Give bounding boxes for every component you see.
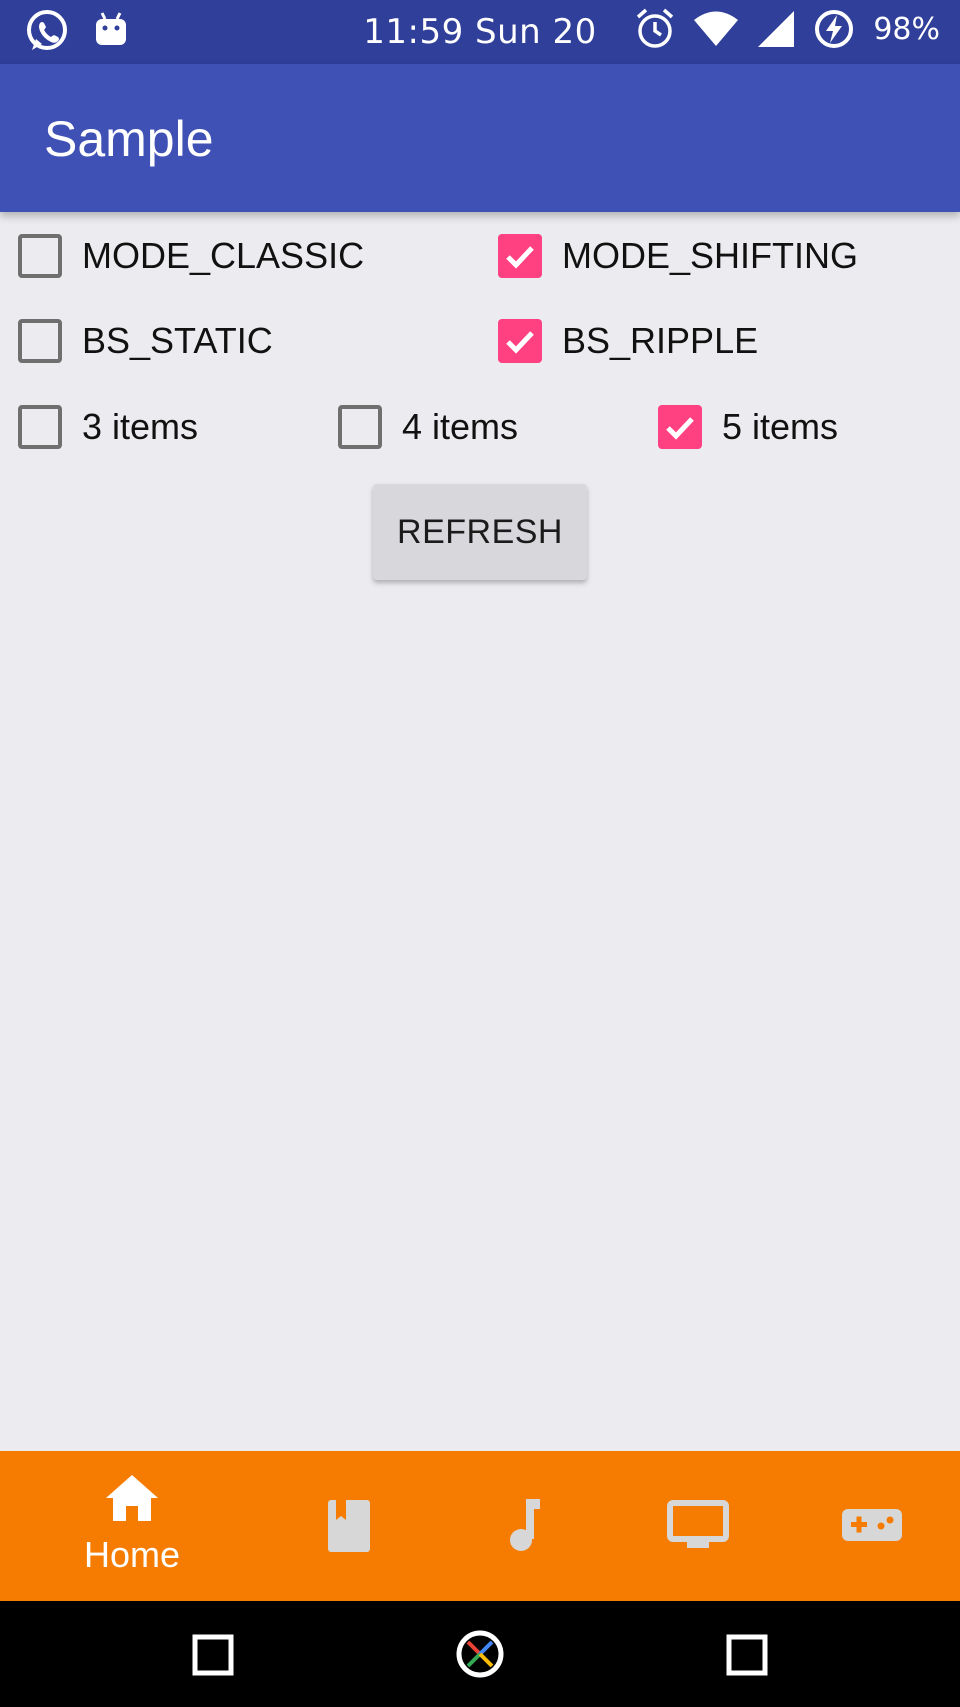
nav-item-book[interactable] bbox=[261, 1451, 437, 1601]
checkbox-label: 5 items bbox=[722, 406, 839, 447]
checkbox-box[interactable] bbox=[498, 234, 542, 278]
home-circle-icon[interactable] bbox=[455, 1629, 505, 1679]
wifi-icon bbox=[694, 11, 739, 46]
nav-item-music[interactable] bbox=[436, 1451, 612, 1601]
status-bar-right: 98% bbox=[635, 8, 940, 50]
checkbox-label: 3 items bbox=[82, 406, 199, 447]
page-title: Sample bbox=[44, 111, 214, 167]
refresh-button[interactable]: REFRESH bbox=[373, 484, 587, 580]
mode-shifting-checkbox[interactable]: MODE_SHIFTING bbox=[498, 234, 858, 278]
nav-item-games[interactable] bbox=[784, 1451, 960, 1601]
checkmark-icon bbox=[506, 331, 534, 354]
battery-charging-icon bbox=[815, 10, 854, 48]
bs-static-checkbox[interactable]: BS_STATIC bbox=[18, 319, 273, 363]
app-bar: Sample bbox=[0, 64, 960, 212]
status-bar: 11:59 Sun 20 98% bbox=[0, 0, 960, 64]
checkbox-box[interactable] bbox=[658, 405, 702, 449]
checkbox-label: 4 items bbox=[402, 406, 519, 447]
nav-item-tv[interactable] bbox=[610, 1451, 786, 1601]
checkbox-label: BS_RIPPLE bbox=[562, 320, 759, 361]
checkbox-box[interactable] bbox=[18, 234, 62, 278]
mode-classic-checkbox[interactable]: MODE_CLASSIC bbox=[18, 234, 364, 278]
recents-square-icon[interactable] bbox=[726, 1634, 768, 1676]
items-3-checkbox[interactable]: 3 items bbox=[18, 405, 198, 449]
system-navigation-bar bbox=[0, 1601, 960, 1707]
checkbox-label: MODE_SHIFTING bbox=[562, 235, 859, 276]
checkbox-label: MODE_CLASSIC bbox=[82, 235, 365, 276]
checkbox-box[interactable] bbox=[18, 319, 62, 363]
back-square-icon[interactable] bbox=[192, 1634, 234, 1676]
items-5-checkbox[interactable]: 5 items bbox=[658, 405, 838, 449]
checkbox-box[interactable] bbox=[338, 405, 382, 449]
battery-percent: 98% bbox=[873, 11, 940, 47]
book-icon bbox=[328, 1500, 370, 1552]
checkbox-label: BS_STATIC bbox=[82, 320, 273, 361]
bottom-navigation: Home bbox=[0, 1451, 960, 1601]
items-4-checkbox[interactable]: 4 items bbox=[338, 405, 518, 449]
checkbox-box[interactable] bbox=[498, 319, 542, 363]
bs-ripple-checkbox[interactable]: BS_RIPPLE bbox=[498, 319, 758, 363]
signal-icon bbox=[758, 11, 795, 47]
tv-icon bbox=[667, 1500, 729, 1548]
checkmark-icon bbox=[506, 246, 534, 269]
home-icon bbox=[106, 1475, 158, 1521]
checkmark-icon bbox=[666, 417, 694, 440]
gamepad-icon bbox=[842, 1509, 902, 1541]
checkbox-box[interactable] bbox=[18, 405, 62, 449]
music-note-icon bbox=[510, 1499, 540, 1551]
nav-label-home: Home bbox=[83, 1534, 181, 1575]
alarm-icon bbox=[637, 8, 674, 48]
nav-item-home[interactable]: Home bbox=[44, 1451, 220, 1601]
